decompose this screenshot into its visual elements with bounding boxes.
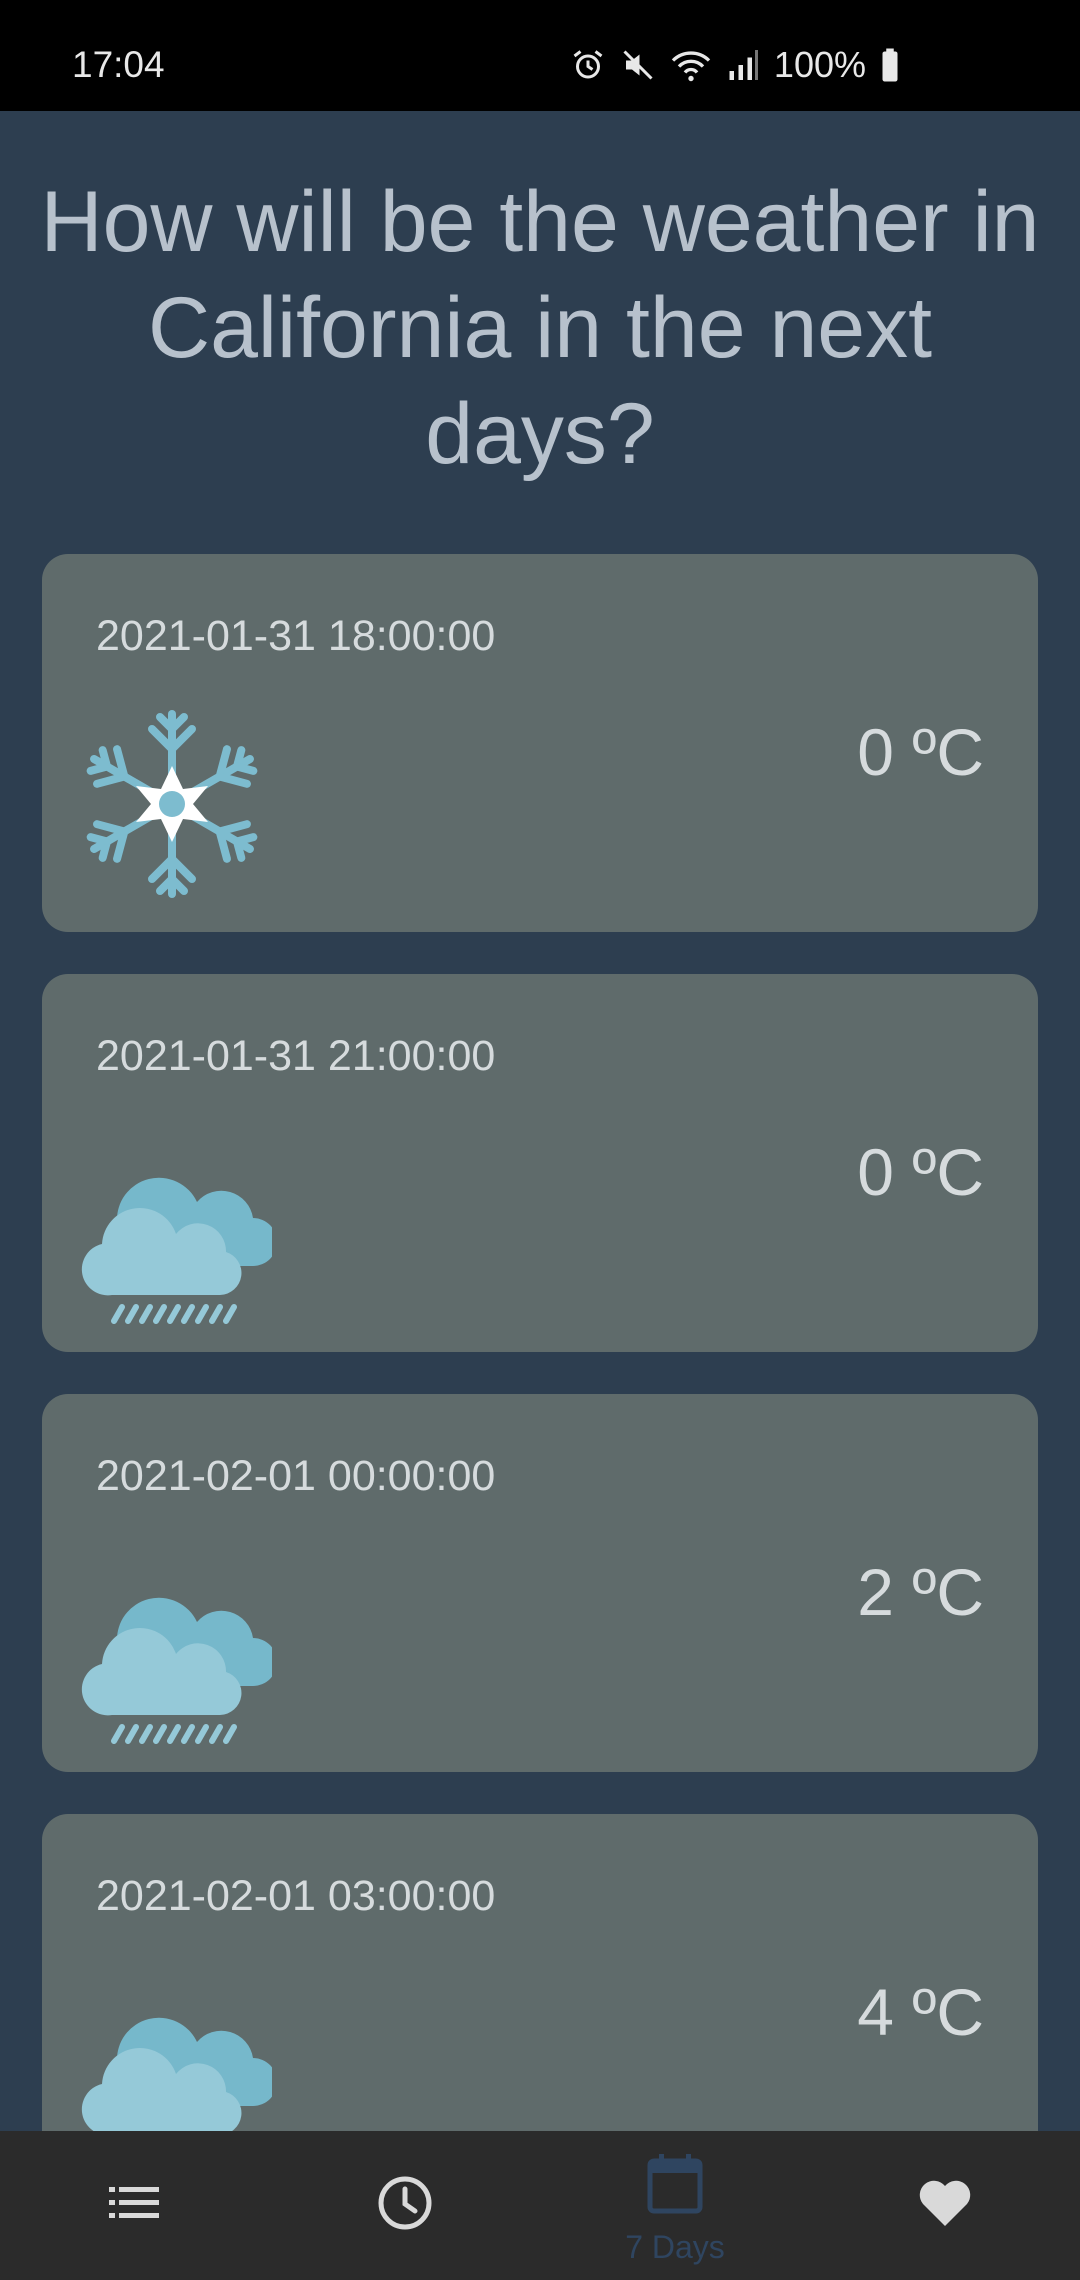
status-time: 17:04 <box>72 44 165 85</box>
battery-percent: 100% <box>773 44 866 85</box>
forecast-datetime: 2021-02-01 00:00:00 <box>96 1452 496 1500</box>
forecast-temperature: 0 ºC <box>857 1135 984 1209</box>
list-icon <box>109 2183 161 2228</box>
rain-cloud-icon <box>72 1124 277 1324</box>
forecast-datetime: 2021-02-01 03:00:00 <box>96 1872 496 1920</box>
forecast-card[interactable]: 2021-01-31 18:00:00 0 ºC <box>42 554 1038 932</box>
forecast-card[interactable]: 2021-02-01 03:00:00 4 ºC <box>42 1814 1038 2131</box>
alarm-icon <box>570 47 606 83</box>
page-title: How will be the weather in California in… <box>40 174 1040 482</box>
nav-label-7-days: 7 Days <box>625 2229 725 2265</box>
wifi-icon <box>670 47 712 83</box>
nav-item-favorites[interactable] <box>810 2131 1080 2280</box>
nav-item-hourly[interactable] <box>270 2131 540 2280</box>
forecast-temperature: 2 ºC <box>857 1555 984 1629</box>
nav-item-list[interactable] <box>0 2131 270 2280</box>
forecast-datetime: 2021-01-31 21:00:00 <box>96 1032 496 1080</box>
calendar-icon <box>647 2153 703 2220</box>
heart-icon <box>917 2178 973 2233</box>
forecast-card[interactable]: 2021-01-31 21:00:00 0 ºC <box>42 974 1038 1352</box>
rain-cloud-icon <box>72 1964 277 2131</box>
nav-item-7-days[interactable]: 7 Days <box>540 2131 810 2280</box>
snowflake-icon <box>72 704 272 904</box>
forecast-temperature: 0 ºC <box>857 715 984 789</box>
battery-icon <box>880 47 900 83</box>
bottom-navigation: 7 Days <box>0 2131 1080 2280</box>
status-bar: 17:04 100% <box>0 0 1080 111</box>
rain-cloud-icon <box>72 1544 277 1744</box>
signal-icon <box>726 47 760 83</box>
status-icons: 100% <box>570 44 900 86</box>
forecast-card[interactable]: 2021-02-01 00:00:00 2 ºC <box>42 1394 1038 1772</box>
clock-icon <box>377 2175 433 2236</box>
forecast-content[interactable]: How will be the weather in California in… <box>0 111 1080 2131</box>
forecast-temperature: 4 ºC <box>857 1975 984 2049</box>
mute-icon <box>620 47 656 83</box>
forecast-datetime: 2021-01-31 18:00:00 <box>96 612 496 660</box>
